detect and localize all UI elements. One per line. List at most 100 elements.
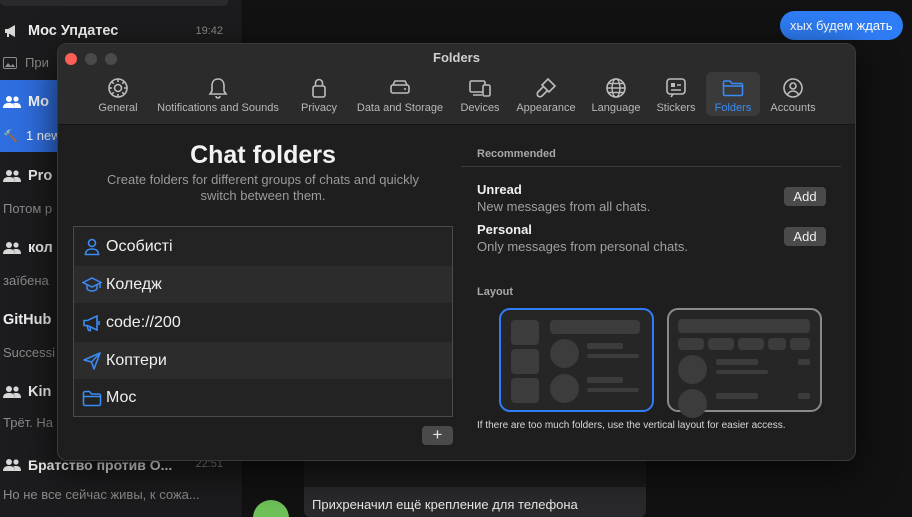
add-unread-button[interactable]: Add bbox=[784, 187, 826, 206]
recommended-description: New messages from all chats. bbox=[477, 199, 651, 214]
tab-label: Folders bbox=[714, 102, 752, 114]
layout-preview-line bbox=[716, 393, 758, 399]
layout-option-horizontal[interactable] bbox=[667, 308, 822, 418]
paper-plane-icon bbox=[83, 351, 101, 370]
layout-hint: If there are too much folders, use the v… bbox=[477, 420, 786, 431]
layout-option-vertical[interactable] bbox=[499, 308, 654, 412]
chat-name: кол bbox=[28, 240, 53, 256]
tab-stickers[interactable]: Stickers bbox=[652, 72, 700, 116]
layout-preview-line bbox=[587, 377, 623, 383]
lock-icon bbox=[312, 78, 326, 98]
layout-preview-tab bbox=[790, 338, 810, 350]
bell-icon bbox=[208, 78, 228, 99]
chat-name: Pro bbox=[28, 168, 53, 184]
group-icon bbox=[3, 96, 21, 108]
tab-label: Accounts bbox=[770, 102, 816, 114]
devices-icon bbox=[469, 80, 491, 97]
tab-data-storage[interactable]: Data and Storage bbox=[351, 72, 449, 116]
folder-name: Особисті bbox=[106, 237, 173, 255]
layout-preview-line bbox=[587, 343, 623, 349]
search-area-edge bbox=[0, 0, 228, 6]
tab-notifications[interactable]: Notifications and Sounds bbox=[149, 72, 287, 116]
folder-icon bbox=[82, 390, 102, 406]
window-title: Folders bbox=[433, 50, 480, 65]
folder-icon bbox=[722, 80, 744, 97]
layout-preview-search bbox=[678, 319, 810, 333]
chat-name: Мос Упдатес bbox=[28, 23, 119, 39]
folder-name: code://200 bbox=[106, 313, 181, 331]
layout-preview-line bbox=[716, 370, 768, 374]
chat-preview: При bbox=[25, 55, 49, 70]
brush-icon bbox=[536, 77, 557, 98]
divider bbox=[461, 166, 841, 167]
layout-preview-line bbox=[798, 393, 810, 399]
tab-devices[interactable]: Devices bbox=[456, 72, 504, 116]
layout-preview-tab bbox=[738, 338, 764, 350]
layout-preview-line bbox=[587, 388, 639, 392]
tab-label: Devices bbox=[460, 102, 500, 114]
layout-preview-avatar bbox=[550, 339, 579, 368]
folder-list: Особисті Коледж code://200 Коптери Мос bbox=[73, 226, 453, 417]
person-icon bbox=[84, 238, 100, 255]
layout-preview-tab bbox=[768, 338, 786, 350]
tab-privacy[interactable]: Privacy bbox=[295, 72, 343, 116]
tab-label: Appearance bbox=[516, 102, 576, 114]
tab-accounts[interactable]: Accounts bbox=[766, 72, 820, 116]
photo-icon bbox=[3, 56, 17, 69]
megaphone-icon bbox=[5, 25, 15, 37]
layout-preview-tab bbox=[708, 338, 734, 350]
group-icon bbox=[3, 170, 21, 182]
tab-appearance[interactable]: Appearance bbox=[512, 72, 580, 116]
add-folder-button[interactable]: + bbox=[422, 426, 453, 445]
tab-general[interactable]: General bbox=[95, 72, 141, 116]
layout-preview-block bbox=[511, 378, 539, 403]
recommended-title: Personal bbox=[477, 222, 532, 237]
chat-preview: заїбена bbox=[3, 273, 49, 288]
chat-name: Мо bbox=[28, 94, 49, 110]
folder-row[interactable]: Особисті bbox=[74, 228, 452, 265]
chat-preview: Но не все сейчас живы, к сожа... bbox=[3, 487, 200, 502]
folder-row[interactable]: code://200 bbox=[74, 304, 452, 341]
layout-preview-tab bbox=[678, 338, 704, 350]
tab-language[interactable]: Language bbox=[588, 72, 644, 116]
tab-label: Stickers bbox=[656, 102, 696, 114]
folder-name: Коптери bbox=[106, 351, 167, 369]
folder-row[interactable]: Коледж bbox=[74, 266, 452, 303]
sticker-icon bbox=[666, 78, 686, 98]
chat-name: Kin bbox=[28, 384, 52, 400]
chat-preview: Successi bbox=[3, 345, 56, 360]
layout-preview-search bbox=[550, 320, 640, 334]
tab-label: General bbox=[98, 102, 138, 114]
layout-preview-block bbox=[511, 349, 539, 374]
group-icon bbox=[3, 242, 21, 254]
layout-header: Layout bbox=[477, 286, 514, 298]
group-icon bbox=[3, 386, 21, 398]
tab-label: Data and Storage bbox=[356, 102, 444, 114]
layout-preview-line bbox=[798, 359, 810, 365]
window-toolbar: Folders General Notifications and Sounds… bbox=[58, 44, 855, 125]
tab-label: Notifications and Sounds bbox=[157, 102, 279, 114]
group-icon bbox=[3, 459, 21, 471]
megaphone-icon bbox=[83, 314, 100, 331]
page-subtitle: Create folders for different groups of c… bbox=[107, 172, 419, 203]
layout-preview-line bbox=[716, 359, 758, 365]
layout-preview-block bbox=[511, 320, 539, 345]
chat-preview: Потом р bbox=[3, 201, 53, 216]
folder-name: Коледж bbox=[106, 275, 162, 293]
tab-folders[interactable]: Folders bbox=[706, 72, 760, 116]
outgoing-message: хых будем ждать bbox=[780, 11, 903, 40]
folder-row[interactable]: Мос bbox=[74, 379, 452, 416]
tab-label: Privacy bbox=[300, 102, 338, 114]
folder-name: Мос bbox=[106, 388, 137, 406]
recommended-description: Only messages from personal chats. bbox=[477, 239, 688, 254]
recommended-title: Unread bbox=[477, 182, 522, 197]
chat-time: 19:42 bbox=[195, 25, 223, 37]
folder-row[interactable]: Коптери bbox=[74, 342, 452, 379]
layout-preview-avatar bbox=[678, 355, 707, 384]
layout-preview-line bbox=[587, 354, 639, 358]
graduation-cap-icon bbox=[82, 276, 102, 292]
drive-icon bbox=[390, 80, 410, 94]
globe-icon bbox=[606, 78, 626, 98]
add-personal-button[interactable]: Add bbox=[784, 227, 826, 246]
folders-window: Folders General Notifications and Sounds… bbox=[57, 43, 856, 461]
